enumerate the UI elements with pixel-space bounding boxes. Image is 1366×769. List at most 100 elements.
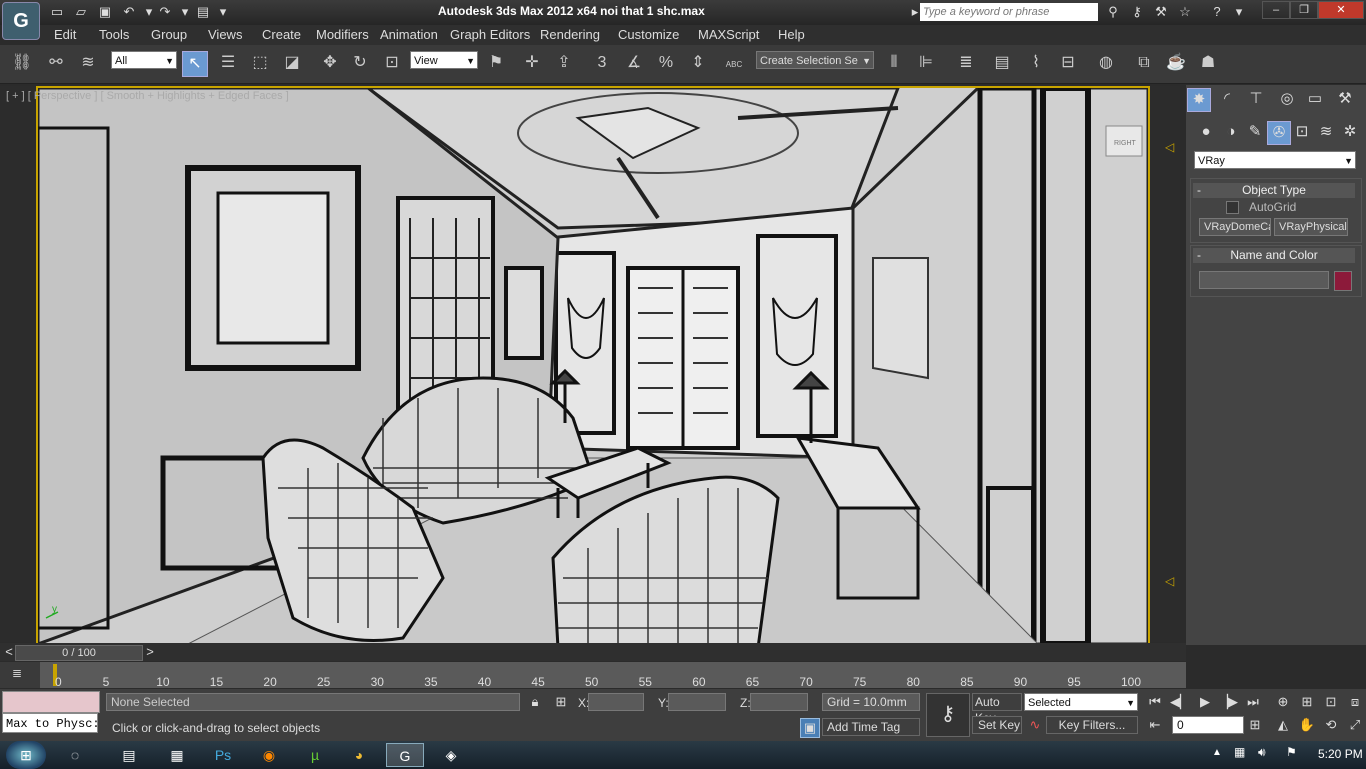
motion-tab-icon[interactable]: ◎ [1276, 88, 1298, 110]
menu-customize[interactable]: Customize [618, 27, 679, 42]
angle-snap-icon[interactable]: ∡ [622, 51, 646, 75]
binoculars-icon[interactable]: ⚲ [1104, 4, 1122, 20]
keyboard-shortcut-toggle-icon[interactable]: ⇪ [552, 51, 576, 75]
firefox-icon[interactable]: ◉ [250, 743, 288, 767]
app-logo-icon[interactable]: G [2, 2, 40, 40]
percent-snap-icon[interactable]: % [654, 51, 678, 75]
taskbar-system-icon[interactable]: ◌ [56, 743, 94, 767]
maxscript-listener-mini-pink[interactable] [2, 691, 100, 713]
subscription-icon[interactable]: ⚷ [1128, 4, 1146, 20]
close-button[interactable]: ✕ [1318, 1, 1364, 19]
material-editor-icon[interactable]: ◍ [1094, 51, 1118, 75]
layer-manager-icon[interactable]: ≣ [954, 51, 978, 75]
reference-coordinate-dropdown[interactable]: View ▼ [410, 51, 478, 69]
redo-icon[interactable]: ↷ [156, 4, 174, 20]
named-selection-dropdown[interactable]: Create Selection Se ▼ [756, 51, 874, 69]
menu-create[interactable]: Create [262, 27, 301, 42]
set-key-button[interactable]: Set Key [972, 716, 1022, 734]
minimize-button[interactable]: – [1262, 1, 1290, 19]
menu-rendering[interactable]: Rendering [540, 27, 600, 42]
x-coordinate-input[interactable] [588, 693, 644, 711]
render-production-icon[interactable]: ☗ [1196, 51, 1220, 75]
systems-icon[interactable]: ✲ [1339, 121, 1361, 143]
next-frame-arrow-icon[interactable]: > [141, 643, 159, 661]
lights-icon[interactable]: ✎ [1244, 121, 1266, 143]
display-tab-icon[interactable]: ▭ [1304, 88, 1326, 110]
zoom-extents-all-icon[interactable]: ⧈ [1346, 693, 1364, 711]
set-key-icon[interactable]: ⚷ [926, 693, 970, 737]
select-by-name-icon[interactable]: ☰ [216, 51, 240, 75]
next-frame-icon[interactable]: ▕▶ [1218, 693, 1238, 711]
schematic-view-icon[interactable]: ⊟ [1056, 51, 1080, 75]
menu-maxscript[interactable]: MAXScript [698, 27, 759, 42]
new-file-icon[interactable]: ▭ [48, 4, 66, 20]
menu-views[interactable]: Views [208, 27, 242, 42]
helpers-icon[interactable]: ⊡ [1291, 121, 1313, 143]
render-setup-icon[interactable]: ⧉ [1132, 51, 1156, 75]
cameras-icon[interactable]: ✇ [1267, 121, 1291, 145]
maxscript-listener-mini[interactable]: Max to Physc: [2, 713, 98, 733]
default-tangent-icon[interactable]: ∿ [1026, 716, 1044, 734]
vrayphysicalcam-button[interactable]: VRayPhysicalCam [1274, 218, 1348, 236]
object-type-rollout-header[interactable]: - Object Type [1193, 183, 1355, 198]
show-hidden-icons-icon[interactable]: ▲ [1212, 747, 1222, 758]
taskbar-app2-icon[interactable]: ◈ [432, 743, 470, 767]
snaps-toggle-icon[interactable]: 3 [590, 51, 614, 75]
project-folder-icon[interactable]: ▤ [194, 4, 212, 20]
zoom-icon[interactable]: ⊕ [1274, 693, 1292, 711]
spinner-snap-icon[interactable]: ⇕ [686, 51, 710, 75]
utilities-tab-icon[interactable]: ⚒ [1334, 88, 1356, 110]
curve-editor-icon[interactable]: ⌇ [1024, 51, 1048, 75]
zoom-extents-icon[interactable]: ⊡ [1322, 693, 1340, 711]
selection-filter-dropdown[interactable]: All ▼ [111, 51, 177, 69]
select-rotate-icon[interactable]: ↻ [348, 51, 372, 75]
menu-graph-editors[interactable]: Graph Editors [450, 27, 530, 42]
object-name-input[interactable] [1199, 271, 1329, 289]
network-icon[interactable]: ▦ [1234, 745, 1245, 759]
menu-modifiers[interactable]: Modifiers [316, 27, 369, 42]
taskbar-app-icon[interactable]: ▦ [158, 743, 196, 767]
rectangular-selection-icon[interactable]: ⬚ [248, 51, 272, 75]
graphite-tools-icon[interactable]: ▤ [990, 51, 1014, 75]
select-move-icon[interactable]: ✥ [318, 51, 342, 75]
rendered-frame-window-icon[interactable]: ☕ [1164, 51, 1188, 75]
modify-tab-icon[interactable]: ◜ [1216, 88, 1238, 110]
menu-animation[interactable]: Animation [380, 27, 438, 42]
chrome-icon[interactable]: ◕ [340, 743, 378, 767]
previous-frame-icon[interactable]: ◀▏ [1170, 693, 1190, 711]
key-filters-button[interactable]: Key Filters... [1046, 716, 1138, 734]
menu-group[interactable]: Group [151, 27, 187, 42]
time-configuration-icon[interactable]: ⊞ [1246, 716, 1264, 734]
select-object-icon[interactable]: ↖ [182, 51, 208, 77]
3dsmax-taskbar-icon[interactable]: G [386, 743, 424, 767]
flag-icon[interactable]: ⚑ [1286, 745, 1297, 759]
open-file-icon[interactable]: ▱ [72, 4, 90, 20]
orbit-icon[interactable]: ⟲ [1322, 716, 1340, 734]
y-coordinate-input[interactable] [668, 693, 726, 711]
play-icon[interactable]: ▶ [1196, 693, 1214, 711]
time-slider[interactable]: 0 / 100 [15, 645, 143, 661]
viewport-label-menu[interactable]: [ + ] [ Perspective ] [ Smooth + Highlig… [6, 90, 289, 102]
bind-space-warp-icon[interactable]: ≋ [76, 51, 100, 75]
undo-icon[interactable]: ↶ [120, 4, 138, 20]
track-bar-menu-icon[interactable]: ≣ [0, 662, 40, 688]
absolute-transform-icon[interactable]: ⊞ [552, 693, 570, 711]
add-time-tag-button[interactable]: Add Time Tag [822, 718, 920, 736]
shapes-icon[interactable]: ◑ [1220, 121, 1242, 143]
maximize-button[interactable]: ❐ [1290, 1, 1318, 19]
redo-dropdown-icon[interactable]: ▾ [176, 4, 194, 20]
autogrid-checkbox[interactable] [1226, 201, 1239, 214]
select-scale-icon[interactable]: ⊡ [380, 51, 404, 75]
window-crossing-icon[interactable]: ◪ [280, 51, 304, 75]
pan-view-icon[interactable]: ✋ [1298, 716, 1316, 734]
edit-named-selection-icon[interactable]: ABC [722, 51, 746, 75]
search-input[interactable]: Type a keyword or phrase [920, 3, 1098, 21]
link-icon[interactable]: ⛓ [10, 51, 34, 75]
torrent-icon[interactable]: µ [296, 743, 334, 767]
start-button[interactable]: ⊞ [6, 741, 46, 769]
volume-icon[interactable]: 🔊︎ [1258, 745, 1266, 760]
field-of-view-icon[interactable]: ◭ [1274, 716, 1292, 734]
hierarchy-tab-icon[interactable]: ⊤ [1245, 88, 1267, 110]
unlink-icon[interactable]: ⚯ [44, 51, 68, 75]
go-to-start-icon[interactable]: ⏮ [1146, 693, 1164, 711]
